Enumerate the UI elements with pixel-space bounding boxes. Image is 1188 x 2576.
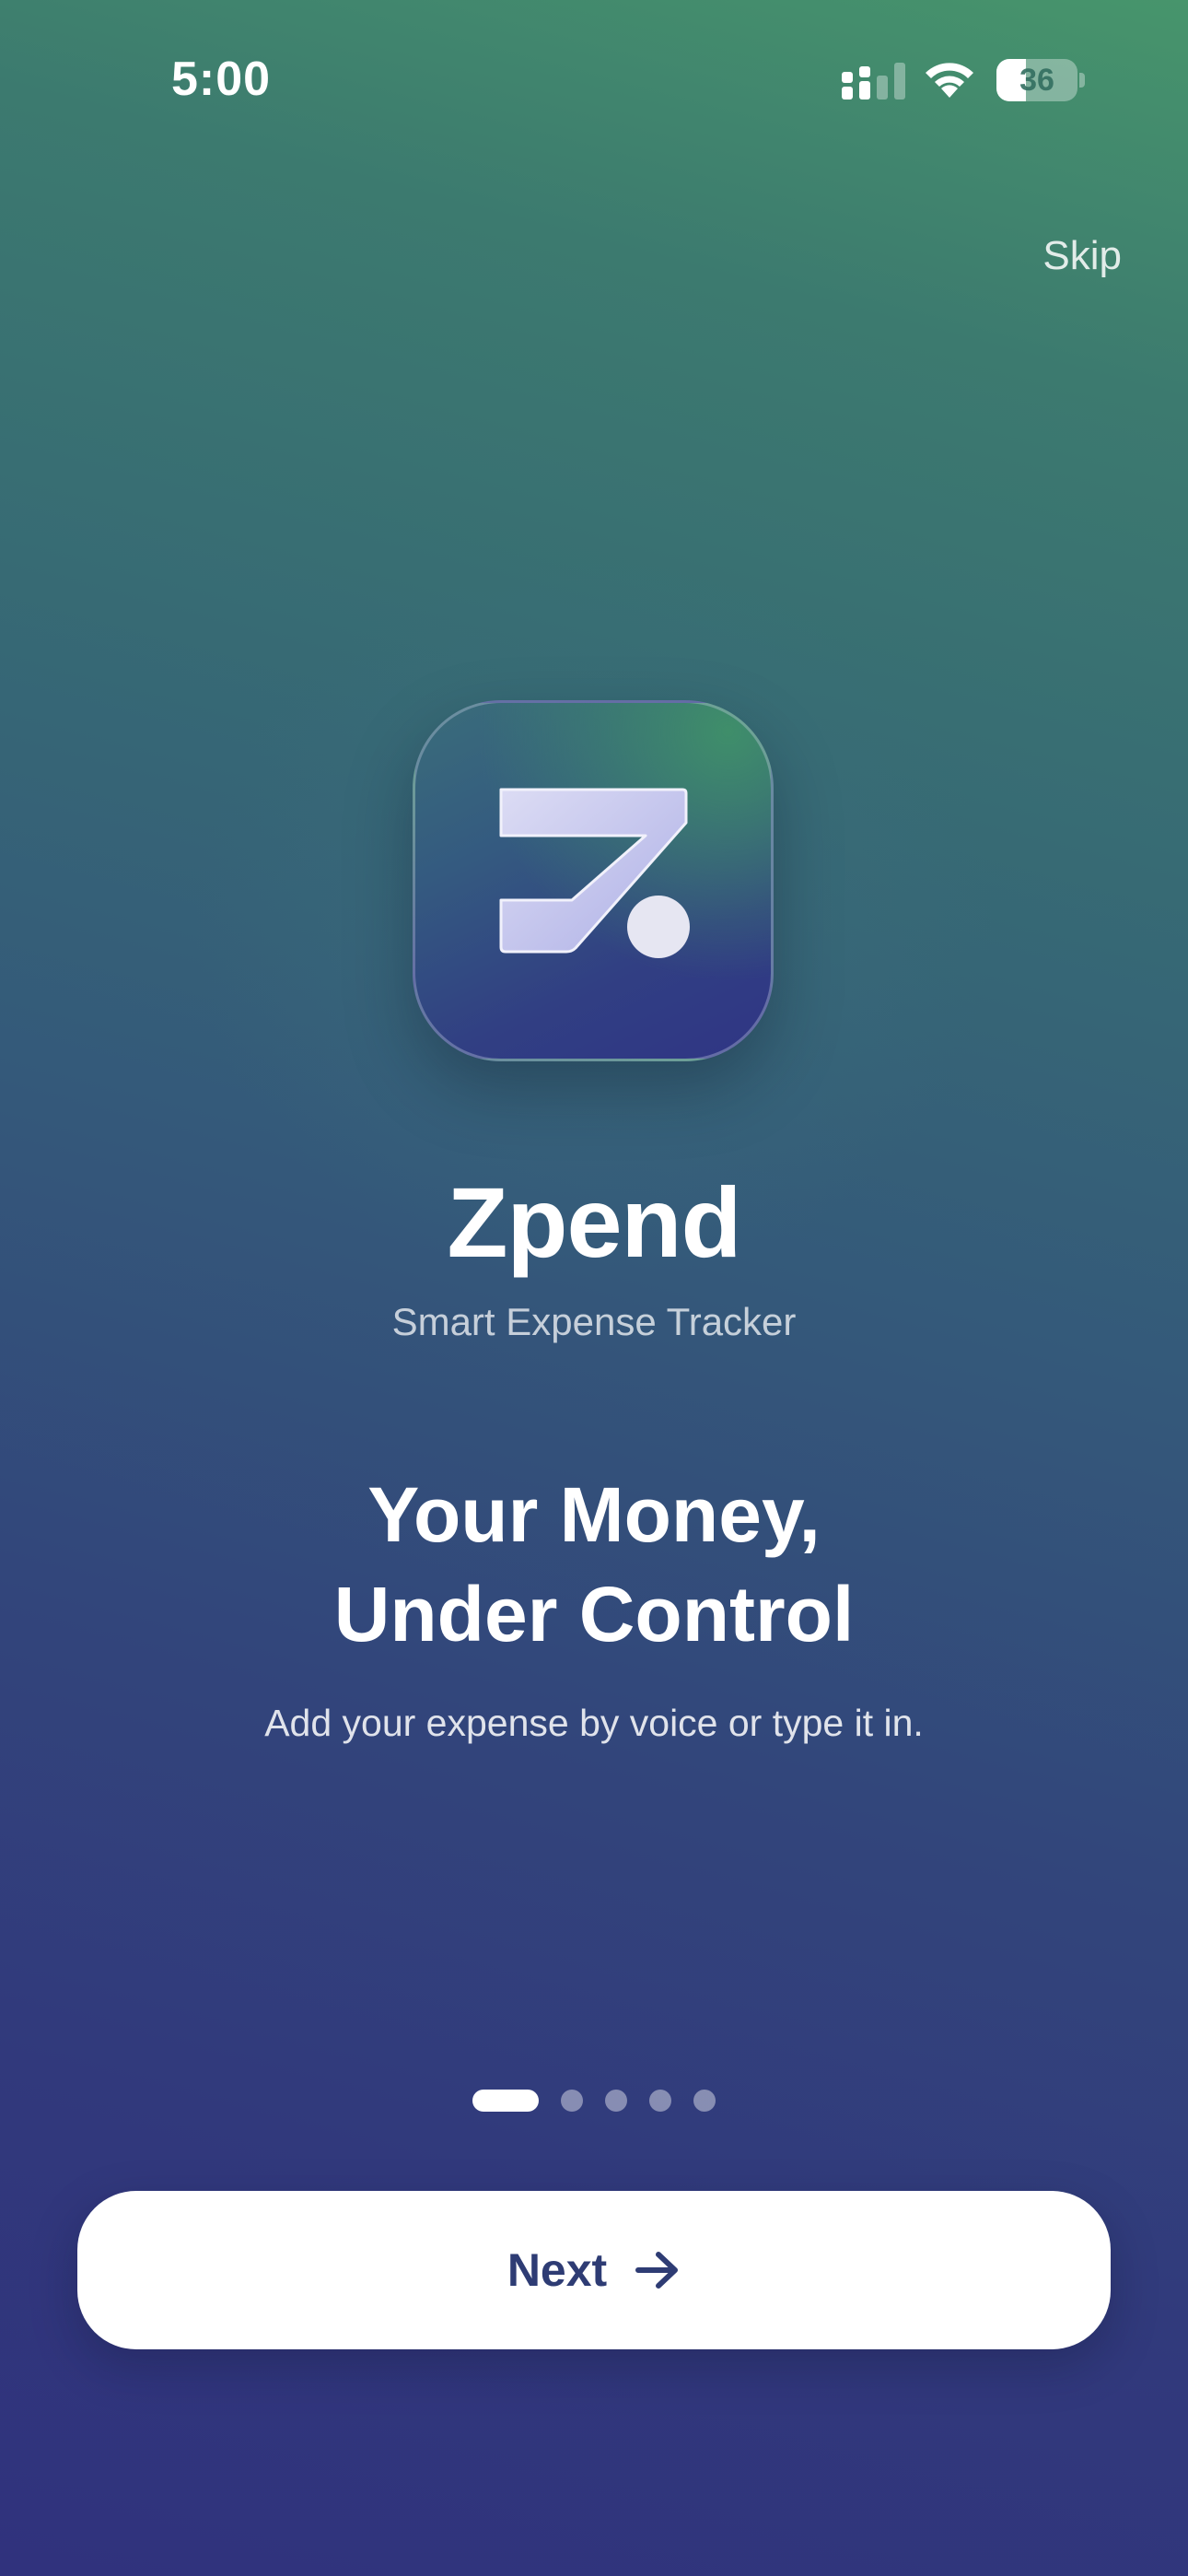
page-dot-2: [561, 2090, 583, 2112]
app-tagline: Smart Expense Tracker: [391, 1300, 797, 1343]
page-indicator: [0, 2090, 1188, 2112]
headline-line-2: Under Control: [333, 1571, 855, 1657]
app-name: Zpend: [447, 1166, 742, 1278]
onboarding-headline: Your Money, Under Control: [0, 1465, 1188, 1664]
onboarding-description: Add your expense by voice or type it in.: [264, 1702, 924, 1744]
page-dot-5: [693, 2090, 716, 2112]
arrow-right-icon: [635, 2252, 679, 2289]
page-dot-3: [605, 2090, 627, 2112]
wifi-icon: [926, 63, 973, 98]
battery-icon: 36: [996, 59, 1085, 101]
battery-cap: [1079, 73, 1085, 88]
next-button[interactable]: Next: [77, 2191, 1111, 2349]
page-dot-4: [649, 2090, 671, 2112]
next-button-label: Next: [507, 2244, 608, 2296]
battery-level: 36: [1019, 63, 1054, 98]
cellular-signal-icon: [842, 63, 905, 100]
battery-body: 36: [996, 59, 1077, 101]
status-time: 5:00: [171, 53, 272, 106]
zpend-logo-icon: [413, 700, 774, 1061]
skip-button[interactable]: Skip: [1042, 228, 1122, 284]
headline-line-1: Your Money,: [367, 1471, 821, 1558]
onboarding-screen: 5:00 36 Skip Zpend Smart Expense Tracker…: [0, 0, 1188, 2576]
page-dot-1: [472, 2090, 539, 2112]
